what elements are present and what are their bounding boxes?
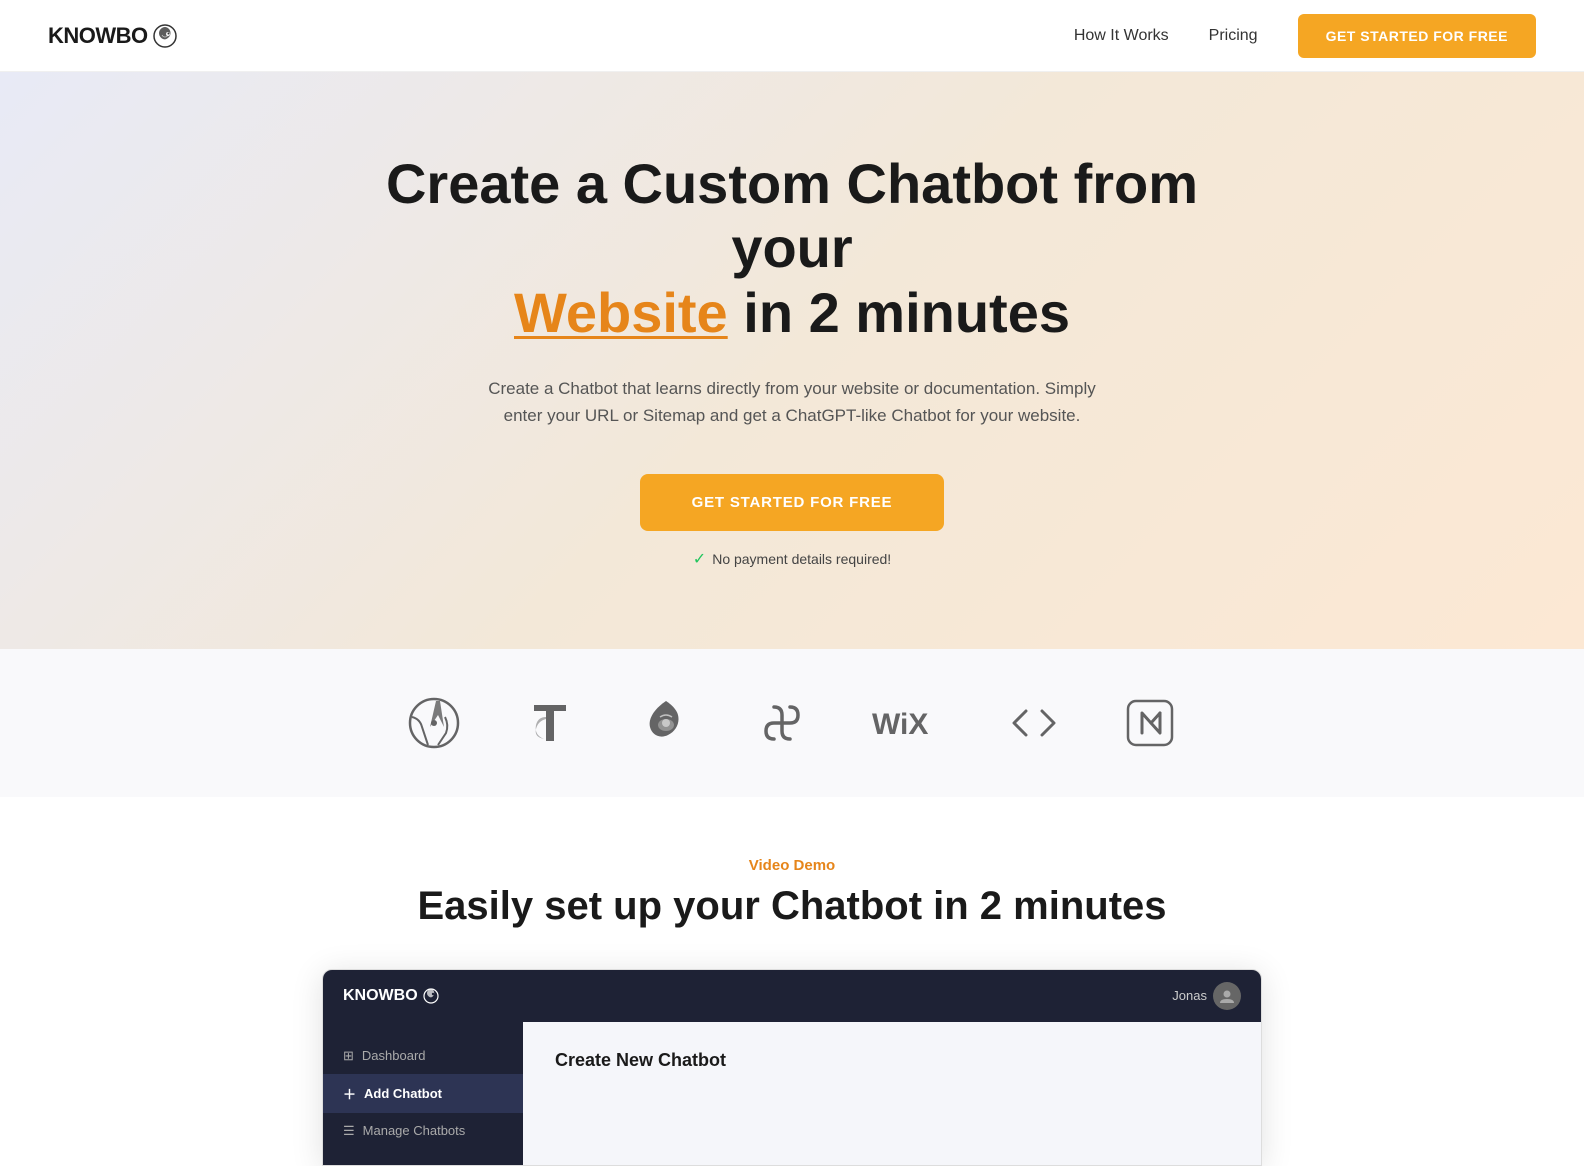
hero-title-highlight: Website [514,281,728,344]
sidebar-item-dashboard[interactable]: ⊞ Dashboard [323,1038,523,1074]
nav-links: How It Works Pricing GET STARTED FOR FRE… [1074,14,1536,58]
logo[interactable]: KNOWBO [48,23,178,49]
nav-pricing[interactable]: Pricing [1209,27,1258,45]
sidebar-item-add-chatbot[interactable]: ＋ Add Chatbot [323,1074,523,1113]
add-chatbot-icon: ＋ [343,1084,356,1103]
sidebar-item-manage-chatbots-label: Manage Chatbots [363,1123,466,1138]
demo-username: Jonas [1172,988,1207,1003]
demo-content-title: Create New Chatbot [555,1050,1229,1071]
check-icon: ✓ [693,549,706,569]
nav-cta-button[interactable]: GET STARTED FOR FREE [1298,14,1536,58]
logo-squarespace [756,697,808,749]
dashboard-icon: ⊞ [343,1048,354,1064]
hero-title: Create a Custom Chatbot from your Websit… [342,152,1242,345]
sidebar-item-manage-chatbots[interactable]: ☰ Manage Chatbots [323,1113,523,1149]
logo-typo3 [524,697,576,749]
logo-drupal [640,697,692,749]
demo-avatar [1213,982,1241,1010]
demo-titlebar: KNOWBO Jonas [323,970,1261,1022]
manage-chatbots-icon: ☰ [343,1123,355,1139]
video-section: Video Demo Easily set up your Chatbot in… [0,797,1584,1166]
logo-wordpress [408,697,460,749]
hero-note: ✓ No payment details required! [693,549,891,569]
hero-note-text: No payment details required! [712,551,891,567]
demo-body: ⊞ Dashboard ＋ Add Chatbot ☰ Manage Chatb… [323,1022,1261,1165]
hero-title-part2: in 2 minutes [743,281,1070,344]
logo-brain-icon [152,23,178,49]
demo-content: Create New Chatbot [523,1022,1261,1165]
demo-sidebar: ⊞ Dashboard ＋ Add Chatbot ☰ Manage Chatb… [323,1022,523,1165]
logo-nextjs [1124,697,1176,749]
sidebar-item-add-chatbot-label: Add Chatbot [364,1086,442,1101]
svg-text:WiX: WiX [872,708,928,738]
sidebar-item-dashboard-label: Dashboard [362,1048,426,1063]
video-section-label: Video Demo [20,857,1564,874]
hero-title-part1: Create a Custom Chatbot from your [386,152,1198,279]
hero-cta-button[interactable]: GET STARTED FOR FREE [640,474,945,531]
logo-code [1008,697,1060,749]
hero-section: Create a Custom Chatbot from your Websit… [0,72,1584,649]
demo-logo: KNOWBO [343,987,440,1005]
logo-text: KNOWBO [48,23,148,49]
logos-strip: WiX [0,649,1584,797]
demo-user: Jonas [1172,982,1241,1010]
demo-logo-text: KNOWBO [343,987,418,1005]
nav-how-it-works[interactable]: How It Works [1074,27,1169,45]
hero-subtitle: Create a Chatbot that learns directly fr… [472,375,1112,429]
logo-wix: WiX [872,708,944,738]
navbar: KNOWBO How It Works Pricing GET STARTED … [0,0,1584,72]
demo-window: KNOWBO Jonas ⊞ [322,969,1262,1166]
video-section-title: Easily set up your Chatbot in 2 minutes [20,884,1564,929]
